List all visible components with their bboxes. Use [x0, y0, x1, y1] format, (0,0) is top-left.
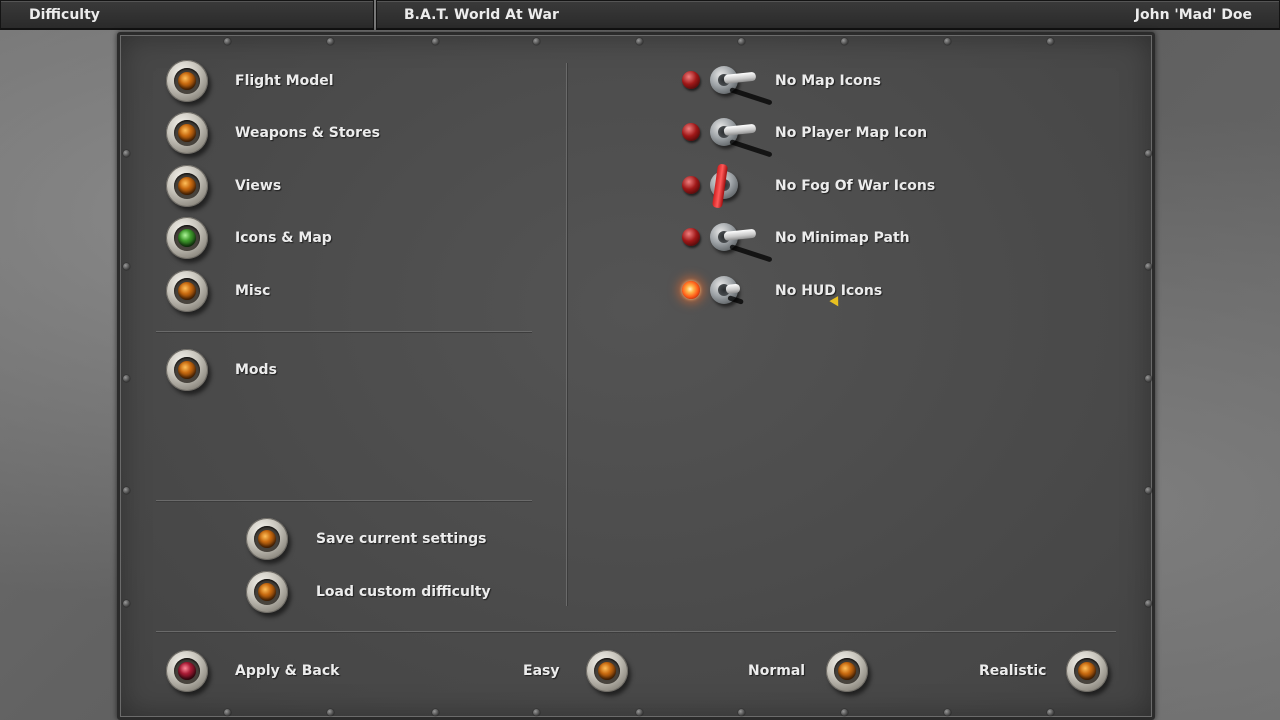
weapons-stores-label[interactable]: Weapons & Stores	[235, 124, 380, 142]
game-title: B.A.T. World At War	[404, 7, 559, 23]
status-led-icon	[682, 123, 700, 141]
easy-preset-button[interactable]	[586, 650, 628, 692]
rivet	[327, 38, 334, 45]
no-hud-icons-toggle[interactable]	[682, 271, 778, 311]
rivet	[533, 38, 540, 45]
footer-divider	[156, 631, 1116, 632]
icons-map-button[interactable]	[166, 217, 208, 259]
status-led-icon	[682, 281, 700, 299]
user-name: John 'Mad' Doe	[1134, 7, 1252, 23]
flight-model-label[interactable]: Flight Model	[235, 72, 334, 90]
no-fog-of-war-icons-toggle[interactable]	[682, 163, 778, 209]
mods-label[interactable]: Mods	[235, 361, 277, 379]
rivet	[432, 38, 439, 45]
weapons-stores-button[interactable]	[166, 112, 208, 154]
rivet	[432, 709, 439, 716]
rivet	[636, 38, 643, 45]
rivet	[1145, 600, 1152, 607]
category-divider	[156, 331, 532, 332]
rivet	[944, 709, 951, 716]
apply-back-label[interactable]: Apply & Back	[235, 662, 340, 680]
section-title: Difficulty	[0, 0, 374, 30]
lamp-icon	[598, 662, 616, 680]
save-settings-label[interactable]: Save current settings	[316, 530, 486, 548]
rivet	[1047, 709, 1054, 716]
rivet	[944, 38, 951, 45]
realistic-label: Realistic	[979, 663, 1047, 679]
rivet	[738, 38, 745, 45]
rivet	[1145, 263, 1152, 270]
lamp-icon	[178, 229, 196, 247]
column-divider	[566, 63, 567, 606]
difficulty-panel: Flight Model Weapons & Stores Views Icon…	[117, 32, 1155, 720]
rivet	[123, 600, 130, 607]
icons-map-label[interactable]: Icons & Map	[235, 229, 332, 247]
load-difficulty-button[interactable]	[246, 571, 288, 613]
flight-model-button[interactable]	[166, 60, 208, 102]
rivet	[1145, 375, 1152, 382]
views-button[interactable]	[166, 165, 208, 207]
rivet	[123, 150, 130, 157]
no-fog-of-war-icons-label: No Fog Of War Icons	[775, 178, 936, 194]
rivet	[327, 709, 334, 716]
lamp-icon	[178, 282, 196, 300]
no-player-map-icon-label: No Player Map Icon	[775, 125, 928, 141]
easy-label: Easy	[523, 663, 560, 679]
misc-button[interactable]	[166, 270, 208, 312]
rivet	[1145, 150, 1152, 157]
load-difficulty-label[interactable]: Load custom difficulty	[316, 583, 491, 601]
rivet	[533, 709, 540, 716]
status-led-icon	[682, 71, 700, 89]
status-led-icon	[682, 176, 700, 194]
lamp-icon	[178, 124, 196, 142]
no-minimap-path-toggle[interactable]	[682, 218, 778, 263]
lamp-icon	[178, 662, 196, 680]
rivet	[1047, 38, 1054, 45]
title-bar: B.A.T. World At War John 'Mad' Doe	[376, 0, 1280, 30]
save-settings-button[interactable]	[246, 518, 288, 560]
rivet	[841, 38, 848, 45]
misc-label[interactable]: Misc	[235, 282, 270, 300]
actions-divider	[156, 500, 532, 501]
no-map-icons-toggle[interactable]	[682, 61, 778, 106]
no-player-map-icon-toggle[interactable]	[682, 113, 778, 158]
rivet	[738, 709, 745, 716]
normal-label: Normal	[748, 663, 806, 679]
lamp-icon	[178, 361, 196, 379]
rivet	[841, 709, 848, 716]
views-label[interactable]: Views	[235, 177, 281, 195]
lamp-icon	[258, 530, 276, 548]
mods-button[interactable]	[166, 349, 208, 391]
rivet	[123, 375, 130, 382]
realistic-preset-button[interactable]	[1066, 650, 1108, 692]
lamp-icon	[178, 177, 196, 195]
lamp-icon	[1078, 662, 1096, 680]
lamp-icon	[178, 72, 196, 90]
top-bar: Difficulty B.A.T. World At War John 'Mad…	[0, 0, 1280, 30]
rivet	[123, 263, 130, 270]
rivet	[224, 38, 231, 45]
normal-preset-button[interactable]	[826, 650, 868, 692]
no-map-icons-label: No Map Icons	[775, 73, 881, 89]
no-hud-icons-label: No HUD Icons	[775, 283, 883, 299]
apply-back-button[interactable]	[166, 650, 208, 692]
no-minimap-path-label: No Minimap Path	[775, 230, 910, 246]
status-led-icon	[682, 228, 700, 246]
lamp-icon	[258, 583, 276, 601]
lamp-icon	[838, 662, 856, 680]
rivet	[123, 487, 130, 494]
section-title-text: Difficulty	[29, 7, 100, 23]
rivet	[636, 709, 643, 716]
rivet	[224, 709, 231, 716]
rivet	[1145, 487, 1152, 494]
